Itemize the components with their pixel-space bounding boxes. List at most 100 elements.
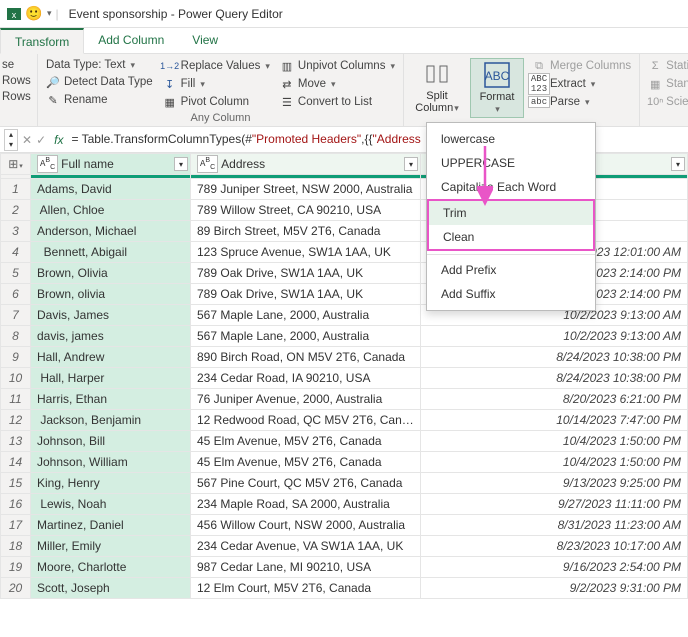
cell-fullname[interactable]: Harris, Ethan <box>31 389 191 410</box>
cell-address[interactable]: 76 Juniper Avenue, 2000, Australia <box>191 389 421 410</box>
cell-fullname[interactable]: Brown, olivia <box>31 284 191 305</box>
pivot-column-button[interactable]: ▦Pivot Column <box>161 94 272 110</box>
format-button[interactable]: ABC Format▾ <box>470 58 524 118</box>
cell-registration[interactable]: 9/16/2023 2:54:00 PM <box>421 557 688 578</box>
row-number[interactable]: 12 <box>1 410 31 431</box>
filter-reg[interactable]: ▾ <box>671 157 685 171</box>
fill-button[interactable]: ↧Fill▾ <box>161 76 272 92</box>
row-number[interactable]: 20 <box>1 578 31 599</box>
table-row[interactable]: 16 Lewis, Noah234 Maple Road, SA 2000, A… <box>1 494 688 515</box>
cell-fullname[interactable]: Johnson, William <box>31 452 191 473</box>
table-row[interactable]: 13Johnson, Bill45 Elm Avenue, M5V 2T6, C… <box>1 431 688 452</box>
cell-fullname[interactable]: Moore, Charlotte <box>31 557 191 578</box>
cell-registration[interactable]: 10/14/2023 7:47:00 PM <box>421 410 688 431</box>
table-row[interactable]: 15King, Henry567 Pine Court, QC M5V 2T6,… <box>1 473 688 494</box>
cell-registration[interactable]: 8/24/2023 10:38:00 PM <box>421 347 688 368</box>
cell-address[interactable]: 234 Cedar Road, IA 90210, USA <box>191 368 421 389</box>
row-number[interactable]: 3 <box>1 221 31 242</box>
cell-address[interactable]: 45 Elm Avenue, M5V 2T6, Canada <box>191 452 421 473</box>
menu-lowercase[interactable]: lowercase <box>427 127 595 151</box>
cell-fullname[interactable]: Martinez, Daniel <box>31 515 191 536</box>
table-row[interactable]: 19Moore, Charlotte987 Cedar Lane, MI 902… <box>1 557 688 578</box>
cell-address[interactable]: 789 Willow Street, CA 90210, USA <box>191 200 421 221</box>
cell-registration[interactable]: 8/23/2023 10:17:00 AM <box>421 536 688 557</box>
menu-capitalize[interactable]: Capitalize Each Word <box>427 175 595 199</box>
row-number[interactable]: 15 <box>1 473 31 494</box>
cell-fullname[interactable]: Jackson, Benjamin <box>31 410 191 431</box>
menu-add-prefix[interactable]: Add Prefix <box>427 258 595 282</box>
column-header-address[interactable]: ABCAddress ▾ <box>191 154 421 175</box>
cell-address[interactable]: 89 Birch Street, M5V 2T6, Canada <box>191 221 421 242</box>
data-type-button[interactable]: Data Type: Text▾ <box>44 58 155 72</box>
cell-address[interactable]: 789 Oak Drive, SW1A 1AA, UK <box>191 284 421 305</box>
ribbon-partial-3[interactable]: Rows <box>0 90 31 104</box>
convert-to-list-button[interactable]: ☰Convert to List <box>278 94 397 110</box>
standard-button[interactable]: ▦Standard <box>646 76 688 92</box>
cell-address[interactable]: 456 Willow Court, NSW 2000, Australia <box>191 515 421 536</box>
column-header-fullname[interactable]: ABCFull name ▾ <box>31 154 191 175</box>
cell-address[interactable]: 987 Cedar Lane, MI 90210, USA <box>191 557 421 578</box>
row-number[interactable]: 10 <box>1 368 31 389</box>
cell-fullname[interactable]: Allen, Chloe <box>31 200 191 221</box>
cell-address[interactable]: 789 Juniper Street, NSW 2000, Australia <box>191 179 421 200</box>
cell-registration[interactable]: 8/24/2023 10:38:00 PM <box>421 368 688 389</box>
row-number[interactable]: 17 <box>1 515 31 536</box>
cell-address[interactable]: 890 Birch Road, ON M5V 2T6, Canada <box>191 347 421 368</box>
cell-fullname[interactable]: Anderson, Michael <box>31 221 191 242</box>
cell-fullname[interactable]: Hall, Harper <box>31 368 191 389</box>
parse-button[interactable]: abcParse▾ <box>530 94 633 110</box>
cell-fullname[interactable]: Davis, James <box>31 305 191 326</box>
table-row[interactable]: 9Hall, Andrew890 Birch Road, ON M5V 2T6,… <box>1 347 688 368</box>
cell-address[interactable]: 45 Elm Avenue, M5V 2T6, Canada <box>191 431 421 452</box>
row-number[interactable]: 14 <box>1 452 31 473</box>
row-number[interactable]: 11 <box>1 389 31 410</box>
cell-fullname[interactable]: Adams, David <box>31 179 191 200</box>
replace-values-button[interactable]: 1→2Replace Values▾ <box>161 58 272 74</box>
table-row[interactable]: 10 Hall, Harper234 Cedar Road, IA 90210,… <box>1 368 688 389</box>
table-row[interactable]: 20Scott, Joseph12 Elm Court, M5V 2T6, Ca… <box>1 578 688 599</box>
qat-dropdown-icon[interactable]: ▾ <box>47 8 52 19</box>
cell-address[interactable]: 12 Elm Court, M5V 2T6, Canada <box>191 578 421 599</box>
cell-fullname[interactable]: Johnson, Bill <box>31 431 191 452</box>
row-number[interactable]: 13 <box>1 431 31 452</box>
row-number[interactable]: 18 <box>1 536 31 557</box>
cell-fullname[interactable]: davis, james <box>31 326 191 347</box>
cell-fullname[interactable]: Bennett, Abigail <box>31 242 191 263</box>
menu-add-suffix[interactable]: Add Suffix <box>427 282 595 306</box>
cell-address[interactable]: 789 Oak Drive, SW1A 1AA, UK <box>191 263 421 284</box>
cell-address[interactable]: 567 Pine Court, QC M5V 2T6, Canada <box>191 473 421 494</box>
filter-fullname[interactable]: ▾ <box>174 157 188 171</box>
record-nav[interactable]: ▴▾ <box>4 129 18 151</box>
tab-view[interactable]: View <box>178 28 232 53</box>
extract-button[interactable]: ABC123Extract▾ <box>530 76 633 92</box>
cell-address[interactable]: 234 Cedar Avenue, VA SW1A 1AA, UK <box>191 536 421 557</box>
cell-fullname[interactable]: Miller, Emily <box>31 536 191 557</box>
accept-button[interactable]: ✓ <box>36 133 46 147</box>
ribbon-partial-1[interactable]: se <box>0 58 31 72</box>
table-row[interactable]: 17Martinez, Daniel456 Willow Court, NSW … <box>1 515 688 536</box>
cell-registration[interactable]: 9/2/2023 9:31:00 PM <box>421 578 688 599</box>
tab-add-column[interactable]: Add Column <box>84 28 178 53</box>
row-number[interactable]: 9 <box>1 347 31 368</box>
row-number[interactable]: 1 <box>1 179 31 200</box>
row-number[interactable]: 7 <box>1 305 31 326</box>
fx-icon[interactable]: fx <box>50 133 67 147</box>
cancel-button[interactable]: ✕ <box>22 133 32 147</box>
cell-fullname[interactable]: Brown, Olivia <box>31 263 191 284</box>
menu-uppercase[interactable]: UPPERCASE <box>427 151 595 175</box>
filter-address[interactable]: ▾ <box>404 157 418 171</box>
rename-button[interactable]: ✎Rename <box>44 92 155 108</box>
row-number[interactable]: 19 <box>1 557 31 578</box>
scientific-button[interactable]: 10ⁿScientific <box>646 94 688 110</box>
cell-address[interactable]: 567 Maple Lane, 2000, Australia <box>191 305 421 326</box>
cell-registration[interactable]: 8/20/2023 6:21:00 PM <box>421 389 688 410</box>
row-number[interactable]: 5 <box>1 263 31 284</box>
cell-registration[interactable]: 8/31/2023 11:23:00 AM <box>421 515 688 536</box>
cell-registration[interactable]: 10/4/2023 1:50:00 PM <box>421 431 688 452</box>
move-button[interactable]: ⇄Move▾ <box>278 76 397 92</box>
split-column-button[interactable]: SplitColumn▾ <box>410 58 464 118</box>
tab-transform[interactable]: Transform <box>0 28 84 54</box>
cell-registration[interactable]: 10/4/2023 1:50:00 PM <box>421 452 688 473</box>
cell-fullname[interactable]: King, Henry <box>31 473 191 494</box>
row-number[interactable]: 4 <box>1 242 31 263</box>
